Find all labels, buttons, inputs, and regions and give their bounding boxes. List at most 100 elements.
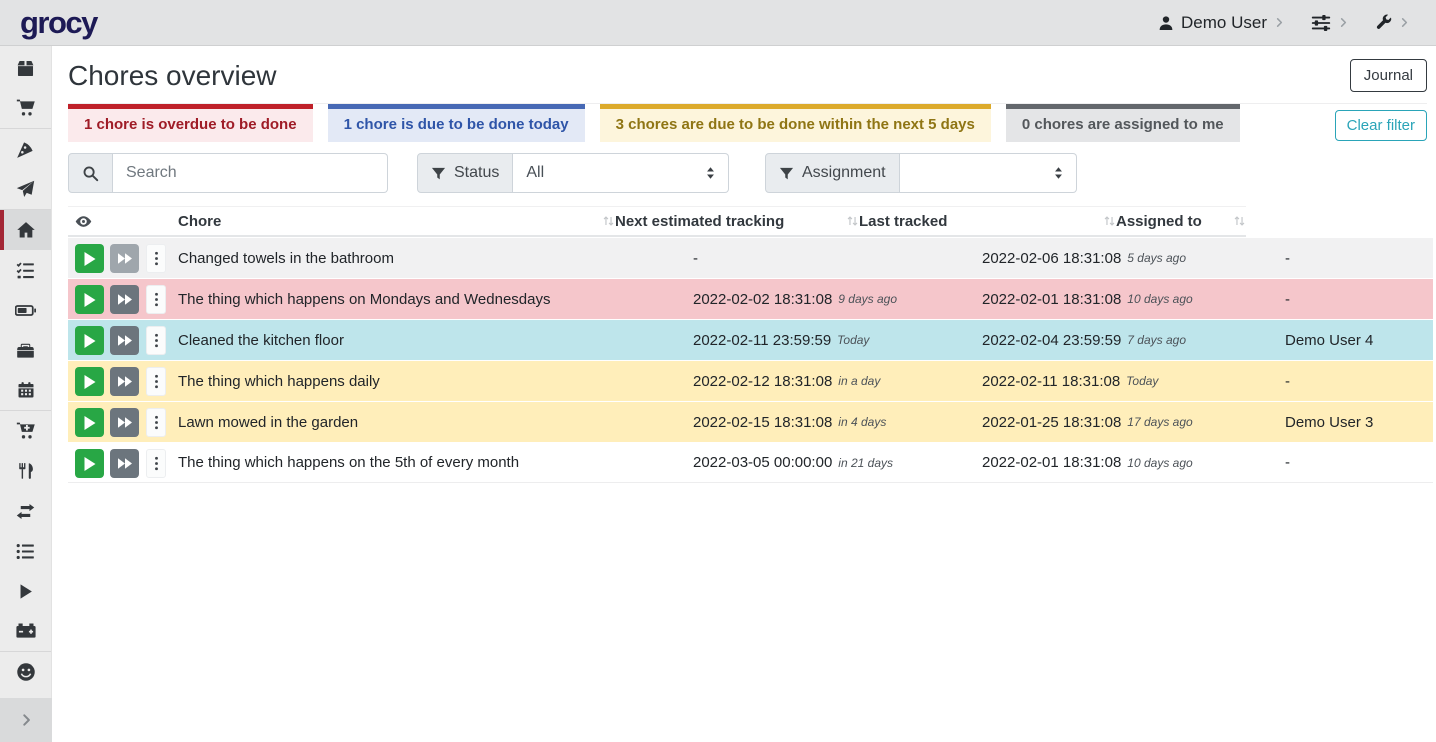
skip-chore-button[interactable] — [110, 326, 139, 355]
skip-chore-button[interactable] — [110, 408, 139, 437]
sidebar-item-meal-plan[interactable] — [0, 169, 51, 209]
table-row: The thing which happens on the 5th of ev… — [68, 442, 1433, 483]
settings-menu[interactable] — [1311, 13, 1349, 33]
header-last-tracked[interactable]: Last tracked — [859, 207, 1116, 235]
chevron-right-icon — [1274, 17, 1285, 28]
assigned-to-value: - — [1285, 443, 1290, 482]
pizza-slice-icon — [16, 140, 35, 159]
sidebar-item-consume[interactable] — [0, 451, 51, 491]
chore-name[interactable]: Lawn mowed in the garden — [178, 402, 358, 442]
sidebar-item-inventory[interactable] — [0, 531, 51, 571]
list-icon — [16, 542, 35, 561]
sidebar-item-user-dashboard[interactable] — [0, 652, 51, 692]
sidebar-item-chore-tracking[interactable] — [0, 571, 51, 611]
next-tracking-value: 2022-02-02 18:31:08 — [693, 291, 832, 308]
search-input[interactable] — [113, 153, 388, 193]
row-menu-button[interactable] — [146, 449, 166, 478]
filter-icon — [431, 166, 446, 181]
user-icon — [1158, 15, 1174, 31]
banner-due-soon[interactable]: 3 chores are due to be done within the n… — [600, 104, 991, 142]
column-visibility-button[interactable] — [75, 207, 99, 235]
skip-chore-button[interactable] — [110, 285, 139, 314]
user-menu[interactable]: Demo User — [1158, 13, 1285, 33]
sidebar-item-purchase[interactable] — [0, 411, 51, 451]
top-navbar: grocy Demo User — [0, 0, 1436, 46]
toolbox-icon — [16, 341, 35, 360]
track-chore-button[interactable] — [75, 285, 104, 314]
header-assigned-to[interactable]: Assigned to — [1116, 207, 1246, 235]
assignment-select[interactable] — [900, 153, 1077, 193]
sidebar-item-chores-overview[interactable] — [0, 210, 51, 250]
track-chore-button[interactable] — [75, 326, 104, 355]
assignment-filter-label-box: Assignment — [765, 153, 900, 193]
banner-due-today[interactable]: 1 chore is due to be done today — [328, 104, 585, 142]
grocy-logo[interactable]: grocy — [20, 5, 97, 41]
last-tracked-value: 2022-01-25 18:31:08 — [982, 414, 1121, 431]
chevron-right-icon — [1399, 17, 1410, 28]
sidebar-collapse-toggle[interactable] — [0, 698, 52, 742]
select-arrows-icon — [1052, 165, 1065, 181]
assigned-to-value: - — [1285, 361, 1290, 401]
header-next-estimated-tracking[interactable]: Next estimated tracking — [615, 207, 859, 235]
sidebar-item-recipes[interactable] — [0, 129, 51, 169]
sidebar-item-equipment[interactable] — [0, 330, 51, 370]
skip-chore-button[interactable] — [110, 449, 139, 478]
filter-row: Status All Assignment — [68, 153, 1427, 193]
admin-menu[interactable] — [1375, 14, 1410, 31]
user-name: Demo User — [1181, 13, 1267, 33]
last-tracked-relative: 7 days ago — [1127, 333, 1186, 347]
skip-chore-button[interactable] — [110, 367, 139, 396]
journal-button[interactable]: Journal — [1350, 59, 1427, 92]
chore-name[interactable]: The thing which happens on Mondays and W… — [178, 279, 550, 319]
banner-assigned-to-me[interactable]: 0 chores are assigned to me — [1006, 104, 1240, 142]
home-icon — [16, 220, 36, 240]
row-menu-button[interactable] — [146, 244, 166, 273]
sidebar-item-tasks[interactable] — [0, 250, 51, 290]
page-title: Chores overview — [68, 60, 277, 92]
track-chore-button[interactable] — [75, 244, 104, 273]
row-menu-button[interactable] — [146, 326, 166, 355]
track-chore-button[interactable] — [75, 408, 104, 437]
last-tracked-value: 2022-02-04 23:59:59 — [982, 332, 1121, 349]
last-tracked-value: 2022-02-01 18:31:08 — [982, 454, 1121, 471]
eye-icon — [75, 213, 92, 230]
car-battery-icon — [16, 621, 36, 641]
track-chore-button[interactable] — [75, 367, 104, 396]
clear-filter-button[interactable]: Clear filter — [1335, 110, 1427, 141]
sidebar-item-transfer[interactable] — [0, 491, 51, 531]
shopping-cart-icon — [16, 98, 36, 118]
row-menu-button[interactable] — [146, 285, 166, 314]
assignment-filter-label: Assignment — [802, 164, 886, 182]
status-filter-label: Status — [454, 164, 499, 182]
exchange-arrows-icon — [16, 502, 35, 521]
assigned-to-value: - — [1285, 279, 1290, 319]
next-tracking-value: - — [693, 250, 698, 267]
sidebar-item-battery-tracking[interactable] — [0, 611, 51, 651]
chore-name[interactable]: The thing which happens on the 5th of ev… — [178, 443, 519, 482]
table-row: Cleaned the kitchen floor 2022-02-11 23:… — [68, 319, 1433, 360]
sidebar-item-batteries[interactable] — [0, 290, 51, 330]
chore-name[interactable]: Cleaned the kitchen floor — [178, 320, 344, 360]
sidebar-item-calendar[interactable] — [0, 370, 51, 410]
chore-name[interactable]: Changed towels in the bathroom — [178, 238, 394, 278]
sidebar — [0, 46, 52, 742]
next-tracking-value: 2022-02-15 18:31:08 — [693, 414, 832, 431]
main-content: Chores overview Journal 1 chore is overd… — [52, 46, 1436, 742]
chores-table: Chore Next estimated tracking Last track… — [68, 206, 1433, 483]
sidebar-item-shopping-list[interactable] — [0, 88, 51, 128]
search-icon-box — [68, 153, 113, 193]
next-tracking-value: 2022-03-05 00:00:00 — [693, 454, 832, 471]
filter-icon — [779, 166, 794, 181]
next-tracking-relative: 9 days ago — [838, 292, 897, 306]
row-menu-button[interactable] — [146, 367, 166, 396]
play-icon — [17, 583, 34, 600]
row-menu-button[interactable] — [146, 408, 166, 437]
header-chore[interactable]: Chore — [178, 207, 615, 235]
track-chore-button[interactable] — [75, 449, 104, 478]
banner-overdue[interactable]: 1 chore is overdue to be done — [68, 104, 313, 142]
skip-chore-button[interactable] — [110, 244, 139, 273]
sidebar-item-stock[interactable] — [0, 48, 51, 88]
sort-icon — [1233, 214, 1246, 228]
status-select[interactable]: All — [513, 153, 729, 193]
chore-name[interactable]: The thing which happens daily — [178, 361, 380, 401]
